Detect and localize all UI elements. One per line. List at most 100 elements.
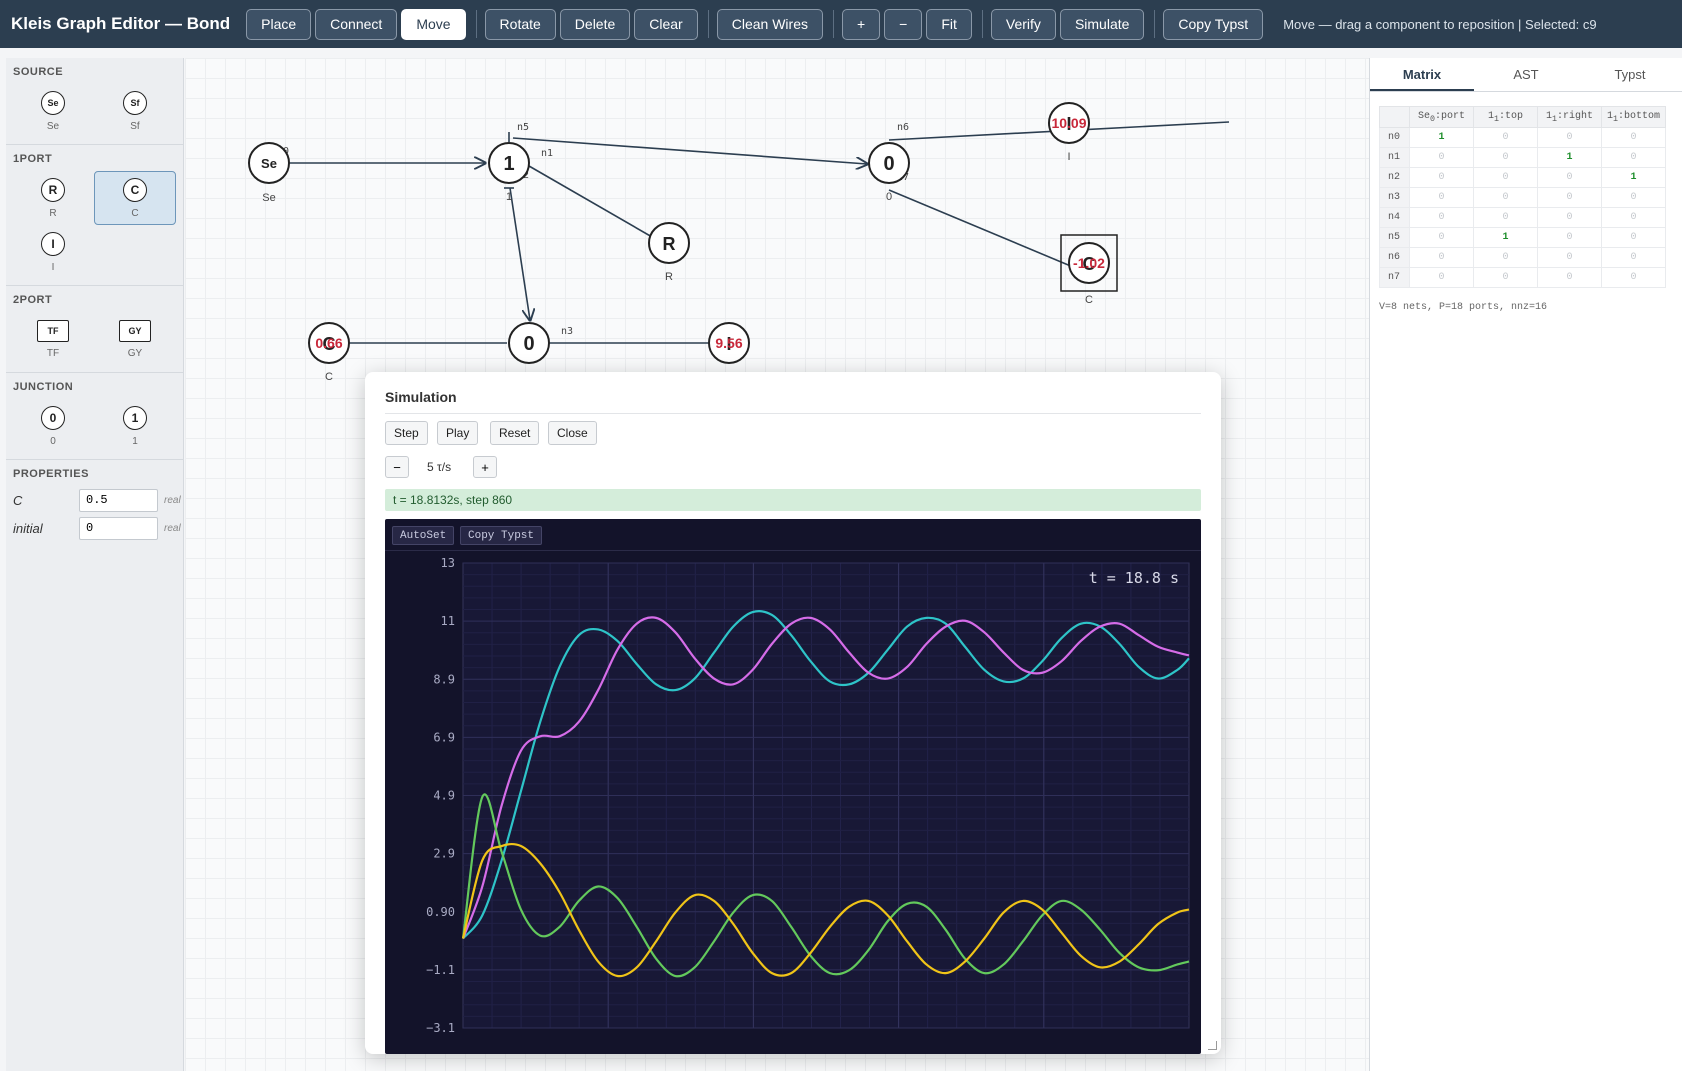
y-tick-label: 11 [441,614,455,628]
property-row-c: C real [6,486,183,514]
net-label: n3 [561,326,573,337]
matrix-cell: 0 [1600,227,1667,248]
matrix-row: n5 0 1 0 0 [1379,227,1667,248]
autoset-button[interactable]: AutoSet [392,526,455,545]
resize-handle[interactable] [1208,1041,1217,1050]
bond-n2[interactable] [509,187,530,320]
node-junction-0-top[interactable]: 0 0 [868,142,910,203]
palette-item-label: Se [46,120,60,132]
matrix-cell: 0 [1537,167,1602,188]
sf-glyph-icon: Sf [123,90,147,115]
palette-item-label: C [131,207,139,219]
matrix-column-header: 11:top [1473,106,1538,128]
initial-value-input[interactable] [79,516,158,540]
palette-section-source: SOURCE Se Se Sf Sf [6,58,183,145]
palette-item-sf[interactable]: Sf Sf [94,84,176,138]
plot-copy-typst-button[interactable]: Copy Typst [460,526,543,545]
node-label: 0 [886,191,892,203]
palette-item-junction-1[interactable]: 1 1 [94,399,176,453]
matrix-row: n6 0 0 0 0 [1379,247,1667,268]
property-type: real [164,494,181,506]
slower-button[interactable]: − [385,456,409,478]
node-se[interactable]: Se Se [248,142,290,204]
tab-typst[interactable]: Typst [1578,58,1682,91]
matrix-cell: 0 [1600,147,1667,168]
palette-item-gy[interactable]: GY GY [94,312,176,366]
net-label: n1 [541,148,553,159]
place-button[interactable]: Place [246,8,312,40]
palette-item-se[interactable]: Se Se [12,84,94,138]
play-button[interactable]: Play [437,421,479,445]
node-junction-0-bottom[interactable]: 0 [508,322,550,364]
node-capacitor[interactable]: C 0.66 C [308,322,350,383]
matrix-cell: 0 [1537,267,1602,288]
zoom-out-button[interactable]: − [884,8,923,40]
close-button[interactable]: Close [548,421,597,445]
node-glyph: 1 [503,153,514,175]
connect-button[interactable]: Connect [315,8,398,40]
bond-n1[interactable] [528,165,660,242]
tab-ast[interactable]: AST [1474,58,1578,91]
zoom-in-button[interactable]: + [841,8,881,40]
matrix-cell: 0 [1473,247,1538,268]
matrix-cell: 0 [1409,167,1474,188]
step-button[interactable]: Step [385,421,428,445]
toolbar-divider [707,10,709,38]
toolbar-divider [475,10,477,38]
matrix-cell: 0 [1473,167,1538,188]
reset-button[interactable]: Reset [490,421,540,445]
capacitance-input[interactable] [79,488,158,512]
palette-item-tf[interactable]: TF TF [12,312,94,366]
matrix-row-header: n2 [1379,167,1410,188]
toolbar: Kleis Graph Editor — Bond Place Connect … [0,0,1682,48]
delete-button[interactable]: Delete [559,8,631,40]
node-label: Se [262,192,275,204]
node-resistor[interactable]: R R [648,222,690,283]
node-glyph: 0 [883,153,894,175]
matrix-cell: 1 [1409,127,1474,148]
matrix-cell: 0 [1537,127,1602,148]
net-label: n5 [517,122,529,133]
matrix-cell: 0 [1600,207,1667,228]
clear-button[interactable]: Clear [634,8,698,40]
rotate-button[interactable]: Rotate [484,8,556,40]
node-capacitor-selected[interactable]: C -1.02 C [1060,234,1118,306]
tab-matrix[interactable]: Matrix [1370,58,1474,91]
palette-item-c[interactable]: C C [94,171,176,225]
matrix-cell: 0 [1409,207,1474,228]
bond-n7[interactable] [888,189,1085,272]
move-button[interactable]: Move [401,8,466,40]
bond-n5[interactable] [512,137,867,164]
dialog-title: Simulation [385,389,457,405]
node-label: R [665,271,673,283]
palette-item-i[interactable]: I I [12,225,94,279]
y-tick-label: 0.90 [426,905,455,919]
clean-wires-button[interactable]: Clean Wires [716,8,823,40]
node-junction-1[interactable]: 1 1 [488,142,530,203]
app-title: Kleis Graph Editor — Bond [11,14,231,33]
section-title: 1PORT [13,153,53,165]
matrix-column-header: 11:right [1537,106,1602,128]
matrix-cell: 0 [1473,187,1538,208]
node-inductor-2[interactable]: I 9.56 [708,322,750,364]
node-inductor[interactable]: I 10.09 I [1048,102,1090,163]
zero-junction-icon: 0 [41,405,65,430]
palette-item-label: R [49,207,57,219]
incidence-matrix: Se0:port 11:top 11:right 11:bottom n0 1 0 0… [1379,106,1667,288]
fit-button[interactable]: Fit [926,8,972,40]
palette-item-junction-0[interactable]: 0 0 [12,399,94,453]
verify-button[interactable]: Verify [990,8,1056,40]
palette-item-r[interactable]: R R [12,171,94,225]
node-value: 9.56 [715,335,742,351]
matrix-cell: 0 [1409,267,1474,288]
matrix-cell: 1 [1537,147,1602,168]
simulation-dialog: Simulation Step Play Reset Close − 5 τ/s… [365,372,1221,1054]
copy-typst-button[interactable]: Copy Typst [1163,8,1264,40]
matrix-row-header: n3 [1379,187,1410,208]
divider [385,550,1201,551]
simulate-button[interactable]: Simulate [1059,8,1145,40]
faster-button[interactable]: + [473,456,497,478]
matrix-cell: 0 [1409,247,1474,268]
matrix-row: n1 0 0 1 0 [1379,147,1667,168]
time-readout: t = 18.8 s [1089,569,1179,587]
